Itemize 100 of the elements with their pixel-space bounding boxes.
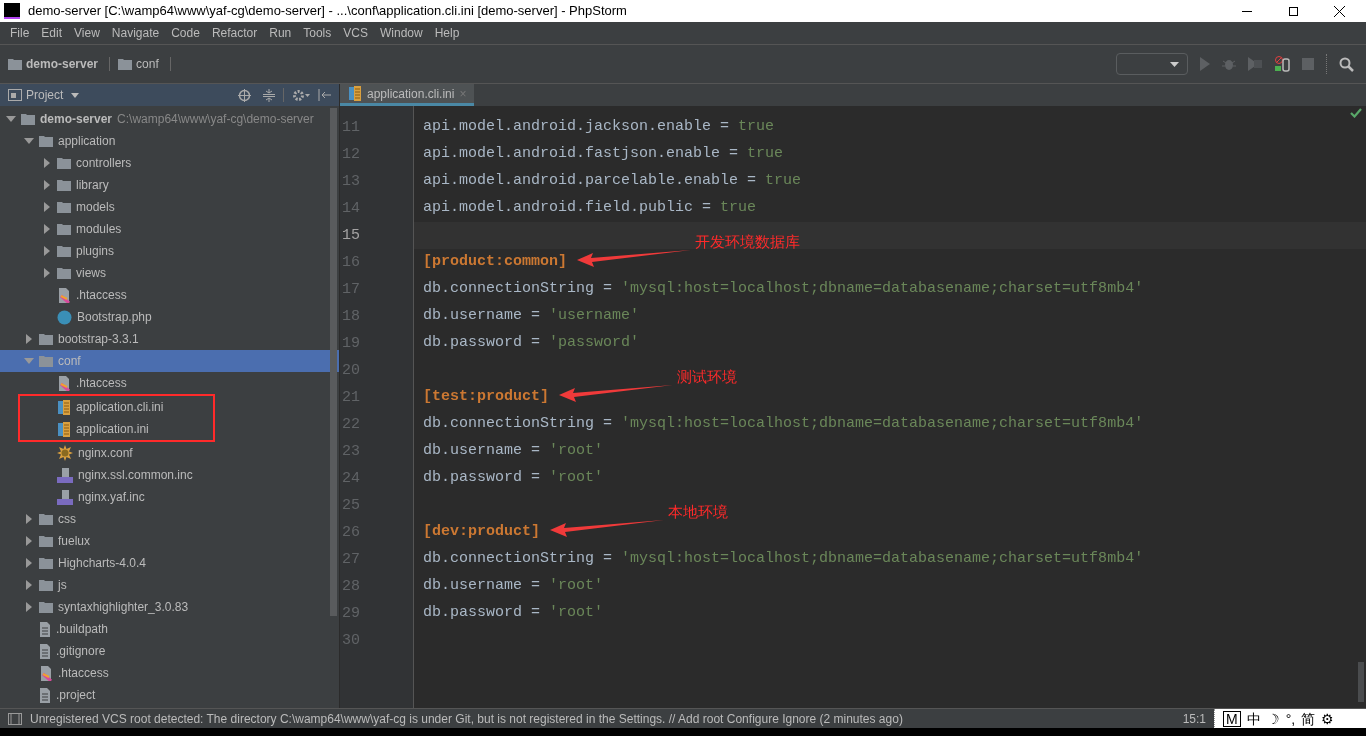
scrollbar[interactable] xyxy=(1358,662,1364,702)
menu-item[interactable]: Code xyxy=(165,24,206,42)
tree-item[interactable]: application.ini xyxy=(20,418,213,440)
feather-file-icon xyxy=(57,287,71,303)
tree-item[interactable]: .htaccess xyxy=(0,284,339,306)
window-title: demo-server [C:\wamp64\www\yaf-cg\demo-server] - ...\conf\application.cli.ini [demo-server] - PhpStorm xyxy=(28,2,627,21)
tree-item[interactable]: models xyxy=(0,196,339,218)
menu-item[interactable]: View xyxy=(68,24,106,42)
code-line: api.model.android.field.public = true xyxy=(423,198,757,219)
collapsed-arrow-icon[interactable] xyxy=(42,180,52,190)
collapsed-arrow-icon[interactable] xyxy=(42,246,52,256)
collapsed-arrow-icon[interactable] xyxy=(24,558,34,568)
code-line: db.username = 'root' xyxy=(423,576,604,597)
menu-item[interactable]: Tools xyxy=(297,24,338,42)
collapsed-arrow-icon[interactable] xyxy=(42,224,52,234)
menu-item[interactable]: VCS xyxy=(337,24,374,42)
status-message[interactable]: Unregistered VCS root detected: The directory C:\wamp64\www\yaf-cg is under Git, but is not registered in the Settings. // Add root Configure Ignore (2 minutes ago) xyxy=(30,709,903,728)
panel-title[interactable]: Project xyxy=(26,86,64,104)
text-file-icon xyxy=(39,643,51,659)
tree-item[interactable]: views xyxy=(0,262,339,284)
config-file-icon xyxy=(57,399,71,415)
tree-item[interactable]: library xyxy=(0,174,339,196)
tree-item[interactable]: demo-server C:\wamp64\www\yaf-cg\demo-server xyxy=(0,108,339,130)
menu-item[interactable]: Refactor xyxy=(205,24,264,42)
tree-item[interactable]: .htaccess xyxy=(0,372,339,394)
ime-button[interactable]: ☽ xyxy=(1266,711,1280,726)
ime-button[interactable]: °, xyxy=(1285,711,1296,726)
line-number: 15 xyxy=(341,226,361,246)
folder-icon xyxy=(57,157,71,169)
tree-item[interactable]: js xyxy=(0,574,339,596)
caret-icon[interactable] xyxy=(1170,61,1179,67)
code-line: db.connectionString = 'mysql:host=localhost;dbname=databasename;charset=utf8mb4' xyxy=(423,279,1144,300)
folder-icon xyxy=(8,58,22,70)
tree-item[interactable]: controllers xyxy=(0,152,339,174)
collapsed-arrow-icon[interactable] xyxy=(42,202,52,212)
expanded-arrow-icon[interactable] xyxy=(24,136,34,146)
menu-item[interactable]: Help xyxy=(428,24,466,42)
tree-item[interactable]: css xyxy=(0,508,339,530)
collapse-icon[interactable] xyxy=(263,88,275,102)
collapsed-arrow-icon[interactable] xyxy=(24,580,34,590)
collapsed-arrow-icon[interactable] xyxy=(42,158,52,168)
collapsed-arrow-icon[interactable] xyxy=(42,268,52,278)
search-icon[interactable] xyxy=(1339,56,1354,72)
folder-icon xyxy=(39,355,53,367)
cursor-position[interactable]: 15:1 xyxy=(1182,709,1206,728)
editor-tab[interactable]: application.cli.ini × xyxy=(340,84,475,106)
breadcrumb[interactable]: demo-server xyxy=(26,55,99,73)
config-file-icon xyxy=(348,86,362,101)
scrollbar[interactable] xyxy=(330,108,337,616)
code-line: api.model.android.fastjson.enable = true xyxy=(423,144,784,165)
ime-button[interactable]: M xyxy=(1223,710,1241,727)
code-line: api.model.android.jackson.enable = true xyxy=(423,117,775,138)
tree-item[interactable]: fuelux xyxy=(0,530,339,552)
check-icon xyxy=(1350,108,1362,118)
code-line: api.model.android.parcelable.enable = true xyxy=(423,171,802,192)
tree-item[interactable]: syntaxhighlighter_3.0.83 xyxy=(0,596,339,618)
tree-item[interactable]: modules xyxy=(0,218,339,240)
tree-item[interactable]: Highcharts-4.0.4 xyxy=(0,552,339,574)
caret-icon[interactable] xyxy=(71,92,80,98)
tree-item[interactable]: application xyxy=(0,130,339,152)
php-file-icon xyxy=(57,467,73,483)
hide-panel-icon[interactable] xyxy=(318,89,331,101)
tree-item[interactable]: application.cli.ini xyxy=(20,396,213,418)
locate-icon[interactable] xyxy=(238,88,251,102)
class-icon xyxy=(57,309,72,325)
collapsed-arrow-icon[interactable] xyxy=(24,514,34,524)
tree-item[interactable]: nginx.yaf.inc xyxy=(0,486,339,508)
code-line: db.connectionString = 'mysql:host=localhost;dbname=databasename;charset=utf8mb4' xyxy=(423,549,1144,570)
config-file-icon xyxy=(57,421,71,437)
collapsed-arrow-icon[interactable] xyxy=(24,334,34,344)
tree-item[interactable]: .project xyxy=(0,684,339,706)
folder-icon xyxy=(39,579,53,591)
menu-item[interactable]: Window xyxy=(373,24,429,42)
tree-item[interactable]: .gitignore xyxy=(0,640,339,662)
tree-item[interactable]: nginx.conf xyxy=(0,442,339,464)
tree-item[interactable]: bootstrap-3.3.1 xyxy=(0,328,339,350)
php-file-icon xyxy=(57,489,73,505)
menu-item[interactable]: Edit xyxy=(35,24,69,42)
breadcrumb[interactable]: conf xyxy=(136,55,159,73)
expanded-arrow-icon[interactable] xyxy=(6,114,16,124)
stop-connection-icon[interactable] xyxy=(1274,56,1290,72)
settings-icon[interactable] xyxy=(292,88,310,102)
tree-item[interactable]: nginx.ssl.common.inc xyxy=(0,464,339,486)
folder-icon xyxy=(39,601,53,613)
menu-item[interactable]: Run xyxy=(263,24,298,42)
tree-item[interactable]: plugins xyxy=(0,240,339,262)
collapsed-arrow-icon[interactable] xyxy=(24,602,34,612)
tree-item[interactable]: Bootstrap.php xyxy=(0,306,339,328)
collapsed-arrow-icon[interactable] xyxy=(24,536,34,546)
feather-file-icon xyxy=(39,665,53,681)
menu-item[interactable]: File xyxy=(4,24,36,42)
tree-item[interactable]: .buildpath xyxy=(0,618,339,640)
ime-button[interactable]: ⚙ xyxy=(1321,711,1335,726)
tree-item[interactable]: .htaccess xyxy=(0,662,339,684)
ime-button[interactable]: 中 xyxy=(1246,711,1261,726)
ime-button[interactable]: 简 xyxy=(1301,711,1316,726)
panel-toggle-icon[interactable] xyxy=(8,712,22,725)
text-file-icon xyxy=(39,687,51,703)
project-view-icon xyxy=(8,89,22,101)
menu-item[interactable]: Navigate xyxy=(105,24,166,42)
